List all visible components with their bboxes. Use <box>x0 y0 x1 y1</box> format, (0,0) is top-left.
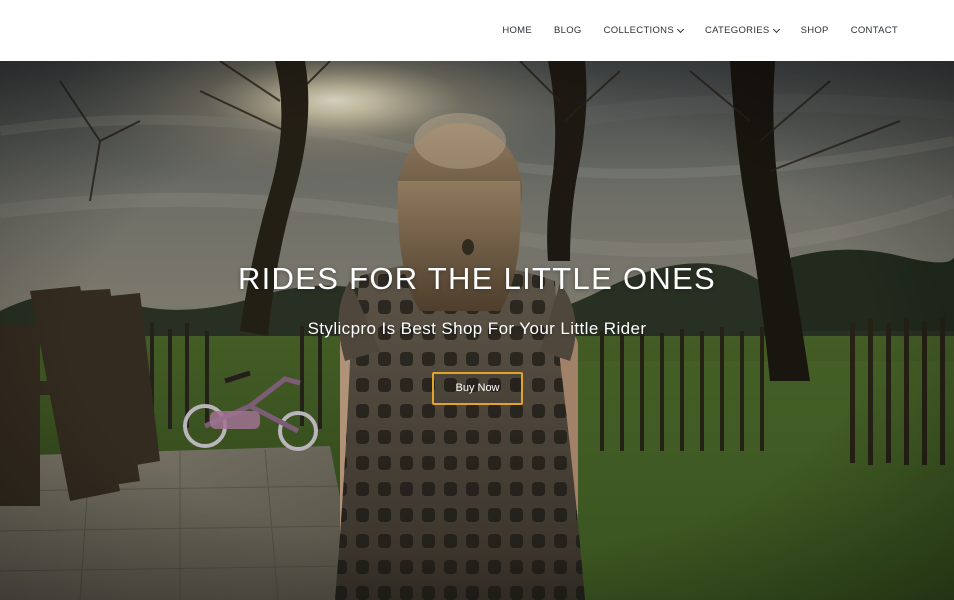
hero-content: RIDES FOR THE LITTLE ONES Stylicpro Is B… <box>0 61 954 600</box>
nav-item-label: CONTACT <box>850 25 898 36</box>
nav-item-label: HOME <box>502 25 533 36</box>
nav-item-contact[interactable]: CONTACT <box>851 25 898 36</box>
site-header: HOME BLOG COLLECTIONS CATEGORIES SHOP CO… <box>0 0 954 61</box>
nav-item-label: SHOP <box>800 25 829 36</box>
nav-item-blog[interactable]: BLOG <box>554 25 582 36</box>
nav-item-label: BLOG <box>554 25 582 36</box>
nav-item-label: COLLECTIONS <box>603 25 674 36</box>
hero-subtitle: Stylicpro Is Best Shop For Your Little R… <box>307 319 647 338</box>
chevron-down-icon <box>772 25 780 33</box>
nav-item-home[interactable]: HOME <box>502 25 532 36</box>
buy-now-button[interactable]: Buy Now <box>432 372 523 405</box>
nav-item-collections[interactable]: COLLECTIONS <box>603 25 685 36</box>
nav-item-label: CATEGORIES <box>704 25 770 36</box>
main-navigation: HOME BLOG COLLECTIONS CATEGORIES SHOP CO… <box>502 0 898 61</box>
nav-item-shop[interactable]: SHOP <box>801 25 829 36</box>
chevron-down-icon <box>676 25 685 33</box>
nav-item-categories[interactable]: CATEGORIES <box>704 25 780 36</box>
hero-title: RIDES FOR THE LITTLE ONES <box>237 261 717 296</box>
hero-banner: RIDES FOR THE LITTLE ONES Stylicpro Is B… <box>0 61 954 600</box>
